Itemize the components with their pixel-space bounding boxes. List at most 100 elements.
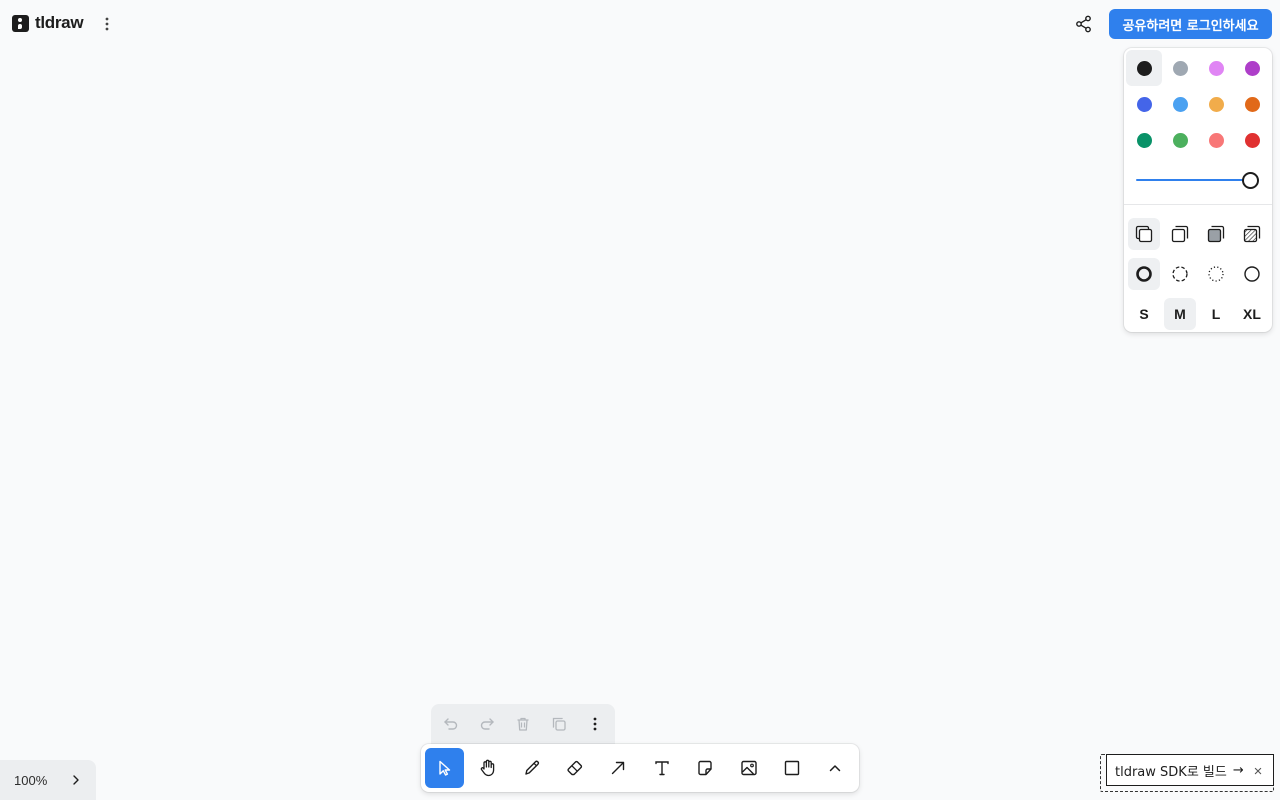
- close-icon: ×: [1253, 762, 1263, 780]
- panel-divider: [1124, 204, 1272, 205]
- tool-text[interactable]: [642, 748, 681, 788]
- color-swatch-yellow[interactable]: [1198, 86, 1234, 122]
- color-swatch-light-green[interactable]: [1162, 122, 1198, 158]
- zoom-level-button[interactable]: 100%: [14, 773, 64, 788]
- hand-icon: [480, 759, 495, 777]
- size-s-button[interactable]: S: [1126, 294, 1162, 334]
- chevron-up-icon: [830, 765, 841, 772]
- size-xl-label: XL: [1243, 306, 1261, 322]
- dash-dashed-button[interactable]: [1162, 254, 1198, 294]
- style-options-grid: S M L XL: [1126, 214, 1270, 334]
- fill-pattern-icon: [1243, 225, 1261, 243]
- cursor-icon: [439, 760, 450, 776]
- fill-none-icon: [1135, 225, 1153, 243]
- size-l-label: L: [1211, 306, 1221, 322]
- eraser-icon: [567, 760, 583, 776]
- color-dot: [1208, 132, 1224, 148]
- color-dot: [1172, 132, 1188, 148]
- more-icon: [593, 717, 597, 731]
- duplicate-icon: [552, 717, 566, 731]
- color-dot: [1172, 96, 1188, 112]
- dash-draw-icon: [1136, 266, 1152, 282]
- tool-note[interactable]: [685, 748, 724, 788]
- color-dot: [1208, 60, 1224, 76]
- sticky-note-icon: [698, 760, 712, 776]
- sdk-link-label: tldraw SDK로 빌드: [1115, 764, 1227, 780]
- tool-more[interactable]: [816, 748, 855, 788]
- color-dot: [1136, 60, 1152, 76]
- dash-dotted-button[interactable]: [1198, 254, 1234, 294]
- size-m-button[interactable]: M: [1162, 294, 1198, 334]
- redo-icon: [480, 718, 494, 730]
- tool-hand[interactable]: [468, 748, 507, 788]
- fill-pattern-button[interactable]: [1234, 214, 1270, 254]
- vertical-dots-icon: [105, 17, 109, 31]
- color-dot: [1244, 60, 1260, 76]
- dash-dashed-icon: [1172, 266, 1188, 282]
- dash-dotted-icon: [1208, 266, 1224, 282]
- arrow-icon: [612, 761, 625, 775]
- tool-rectangle[interactable]: [772, 748, 811, 788]
- main-toolbar: [421, 744, 859, 792]
- built-with-sdk-link[interactable]: tldraw SDK로 빌드 →: [1115, 761, 1244, 780]
- main-menu-button[interactable]: [98, 14, 116, 34]
- dash-solid-icon: [1244, 266, 1260, 282]
- color-swatch-orange[interactable]: [1234, 86, 1270, 122]
- fill-none-button[interactable]: [1126, 214, 1162, 254]
- color-dot: [1244, 96, 1260, 112]
- size-m-label: M: [1164, 298, 1196, 330]
- share-button[interactable]: [1074, 14, 1094, 34]
- tool-eraser[interactable]: [555, 748, 594, 788]
- minimap-toggle-button[interactable]: [64, 768, 88, 792]
- image-icon: [740, 760, 757, 776]
- tool-image[interactable]: [729, 748, 768, 788]
- color-swatch-blue[interactable]: [1126, 86, 1162, 122]
- redo-button[interactable]: [469, 704, 505, 744]
- color-swatch-green[interactable]: [1126, 122, 1162, 158]
- fill-semi-icon: [1171, 225, 1189, 243]
- quick-actions-bar: [431, 704, 615, 744]
- color-swatch-black[interactable]: [1126, 50, 1162, 86]
- trash-icon: [517, 717, 529, 731]
- text-icon: [655, 761, 669, 776]
- color-swatch-light-red[interactable]: [1198, 122, 1234, 158]
- share-icon: [1076, 15, 1091, 33]
- pencil-icon: [524, 760, 539, 775]
- opacity-slider[interactable]: [1136, 170, 1262, 190]
- sdk-close-button[interactable]: ×: [1251, 762, 1265, 780]
- size-l-button[interactable]: L: [1198, 294, 1234, 334]
- undo-button[interactable]: [433, 704, 469, 744]
- tool-draw[interactable]: [512, 748, 551, 788]
- chevron-right-icon: [73, 775, 79, 785]
- color-swatch-red[interactable]: [1234, 122, 1270, 158]
- size-s-label: S: [1139, 306, 1149, 322]
- logo-text: tldraw: [35, 13, 84, 32]
- dash-draw-button[interactable]: [1126, 254, 1162, 294]
- drawing-canvas[interactable]: [0, 0, 1280, 800]
- style-panel: S M L XL: [1124, 48, 1272, 332]
- tldraw-logo-icon: [12, 14, 29, 32]
- color-swatch-violet[interactable]: [1234, 50, 1270, 86]
- duplicate-button[interactable]: [541, 704, 577, 744]
- arrow-right-icon: →: [1232, 762, 1244, 778]
- more-actions-button[interactable]: [577, 704, 613, 744]
- color-dot: [1172, 60, 1188, 76]
- fill-semi-button[interactable]: [1162, 214, 1198, 254]
- login-to-share-button[interactable]: 공유하려면 로그인하세요: [1109, 9, 1272, 39]
- size-xl-button[interactable]: XL: [1234, 294, 1270, 334]
- tool-arrow[interactable]: [599, 748, 638, 788]
- color-swatch-light-blue[interactable]: [1162, 86, 1198, 122]
- color-dot: [1136, 96, 1152, 112]
- tool-select[interactable]: [425, 748, 465, 788]
- delete-button[interactable]: [505, 704, 541, 744]
- color-swatch-grey[interactable]: [1162, 50, 1198, 86]
- fill-solid-icon: [1207, 225, 1225, 243]
- rectangle-icon: [784, 760, 800, 776]
- color-dot: [1136, 132, 1152, 148]
- color-swatch-light-violet[interactable]: [1198, 50, 1234, 86]
- dash-solid-button[interactable]: [1234, 254, 1270, 294]
- opacity-slider-thumb[interactable]: [1242, 172, 1259, 189]
- color-swatch-grid: [1126, 50, 1270, 158]
- fill-solid-button[interactable]: [1198, 214, 1234, 254]
- sdk-badge: tldraw SDK로 빌드 → ×: [1106, 754, 1274, 786]
